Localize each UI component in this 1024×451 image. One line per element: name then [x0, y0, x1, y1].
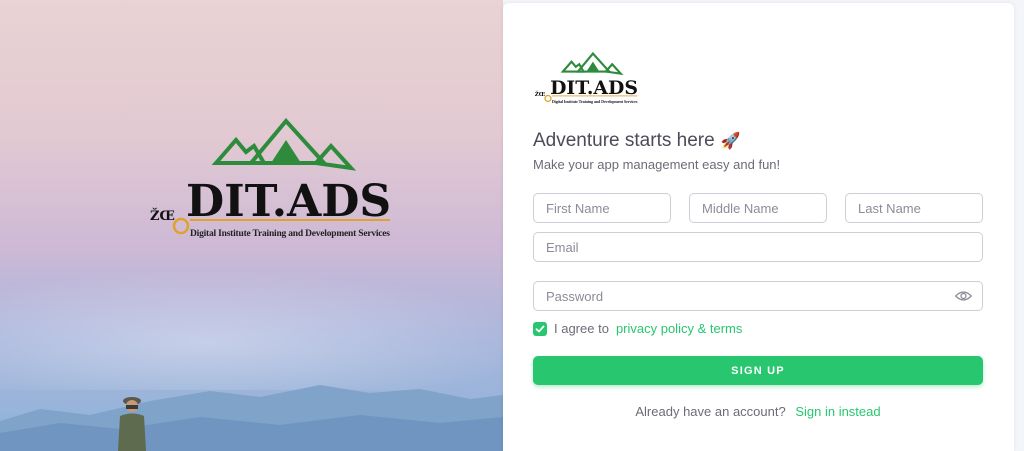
- eye-icon[interactable]: [955, 289, 972, 303]
- brand-prefix-text-small: ŽŒ: [535, 90, 546, 98]
- page-subtitle: Make your app management easy and fun!: [533, 157, 781, 172]
- hiker-figure: [118, 397, 146, 451]
- terms-checkbox[interactable]: [533, 321, 547, 336]
- email-input[interactable]: [546, 239, 970, 255]
- sign-in-row: Already have an account? Sign in instead: [533, 404, 983, 419]
- sign-in-link[interactable]: Sign in instead: [795, 404, 880, 419]
- first-name-input[interactable]: [546, 200, 658, 216]
- brand-logo-large: DIT.ADS ŽŒ Digital Institute Training an…: [150, 118, 391, 239]
- middle-name-input[interactable]: [702, 200, 814, 216]
- last-name-input[interactable]: [858, 200, 970, 216]
- brand-logo-small: DIT.ADS ŽŒ Digital Institute Training an…: [535, 52, 638, 104]
- sign-up-button[interactable]: SIGN UP: [533, 356, 983, 385]
- terms-row: I agree to privacy policy & terms: [533, 321, 742, 336]
- password-field[interactable]: [533, 281, 983, 311]
- hero-illustration: DIT.ADS ŽŒ Digital Institute Training an…: [0, 0, 503, 451]
- brand-prefix-text: ŽŒ: [150, 208, 175, 224]
- rocket-icon: 🚀: [720, 133, 741, 150]
- hero-mountains: [0, 385, 503, 451]
- middle-name-field[interactable]: [689, 193, 827, 223]
- last-name-field[interactable]: [845, 193, 983, 223]
- privacy-policy-link[interactable]: privacy policy & terms: [616, 321, 742, 336]
- terms-label: I agree to: [554, 321, 609, 336]
- first-name-field[interactable]: [533, 193, 671, 223]
- title-text: Adventure starts here: [533, 130, 715, 151]
- brand-tagline-text-small: Digital Institute Training and Developme…: [552, 99, 638, 104]
- password-input[interactable]: [546, 288, 970, 304]
- brand-tagline-text: Digital Institute Training and Developme…: [190, 229, 390, 239]
- sign-in-prompt: Already have an account?: [635, 404, 786, 419]
- email-field[interactable]: [533, 232, 983, 262]
- check-icon: [535, 325, 545, 332]
- page-title: Adventure starts here 🚀: [533, 130, 741, 152]
